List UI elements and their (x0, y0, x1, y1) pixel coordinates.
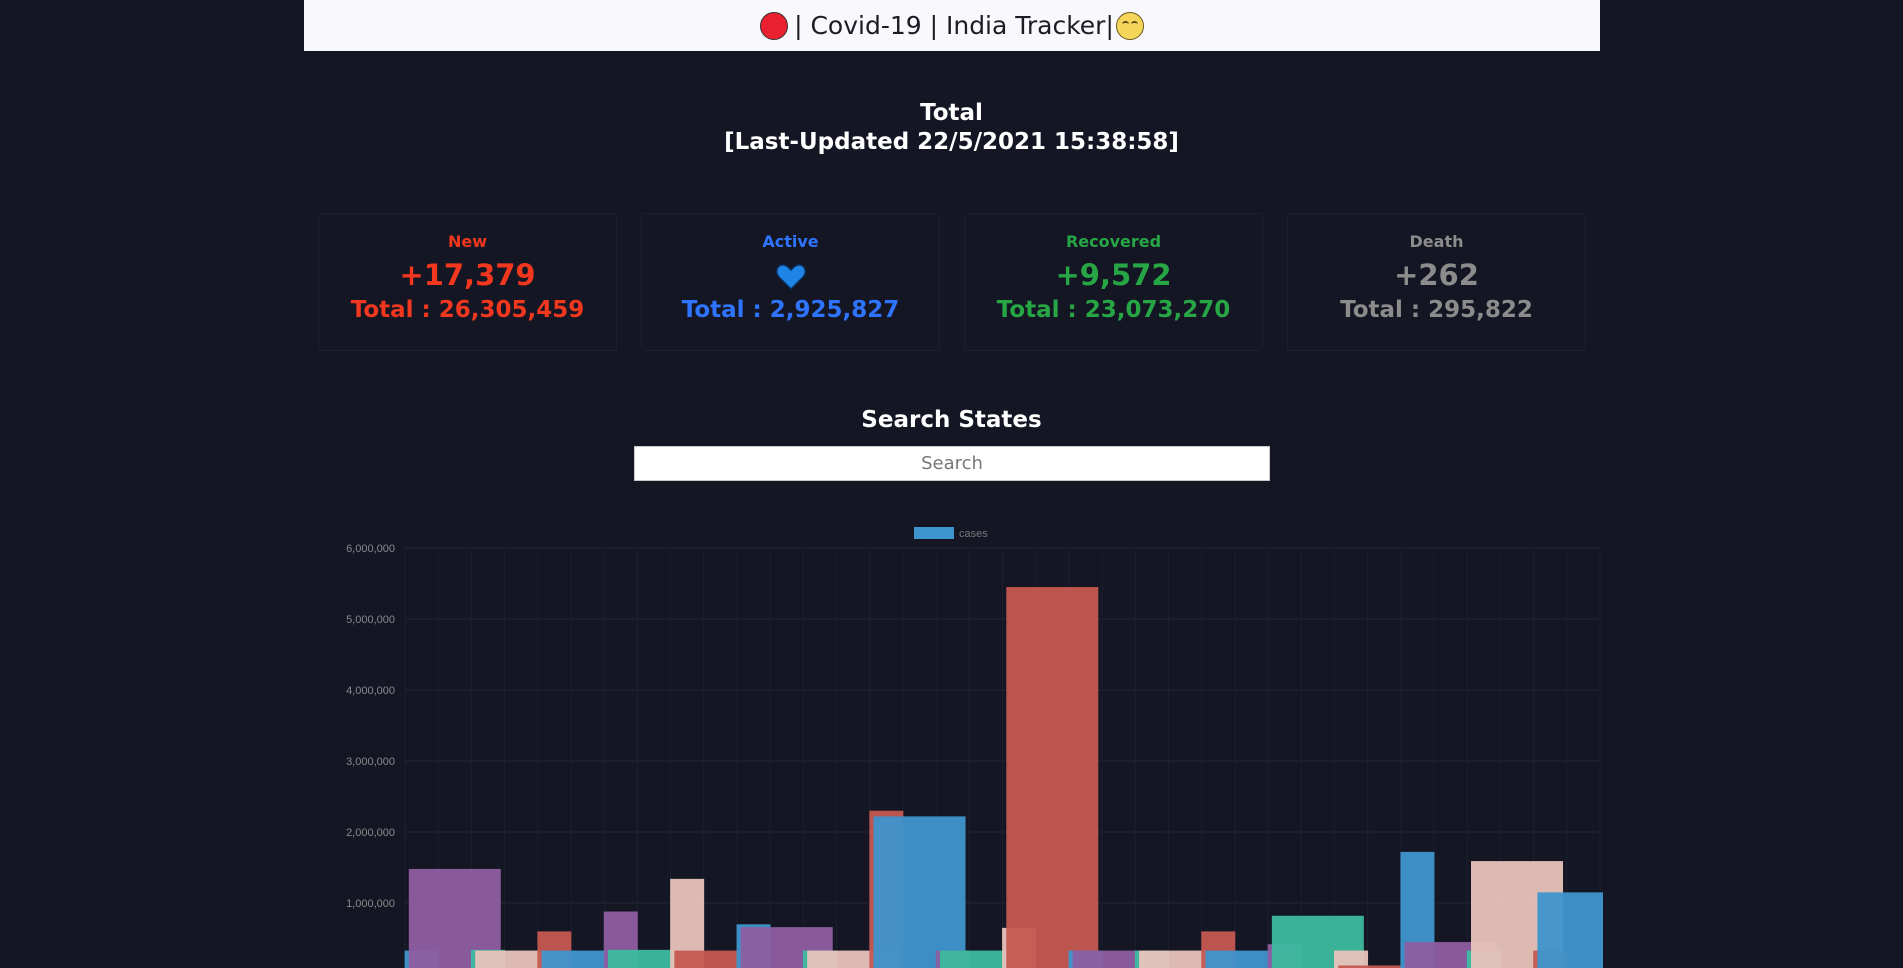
stat-card-active: Active Total : 2,925,827 (641, 213, 940, 351)
stat-delta (642, 257, 939, 293)
stat-delta: +9,572 (1055, 258, 1172, 292)
stat-total: Total : 26,305,459 (350, 297, 585, 323)
chart-bar (873, 816, 966, 968)
relieved-face-icon (1115, 11, 1144, 40)
chart-bar (1006, 587, 1099, 968)
y-tick-label: 5,000,000 (346, 614, 395, 626)
red-circle-icon (760, 11, 789, 40)
cases-bar-chart: cases 6,000,000 5,000,000 4,000,000 3,000,00… (346, 527, 1603, 968)
stat-card-new: New +17,379 Total : 26,305,459 (318, 213, 617, 351)
y-tick-label: 6,000,000 (346, 543, 395, 555)
y-tick-label: 1,000,000 (346, 898, 395, 910)
y-tick-label: 2,000,000 (346, 827, 395, 839)
stat-delta: +262 (1394, 258, 1479, 292)
chart-bar (1537, 892, 1603, 968)
stat-card-death: Death +262 Total : 295,822 (1287, 213, 1586, 351)
summary-title: Total (920, 100, 983, 126)
stat-delta: +17,379 (399, 258, 536, 292)
summary-heading: Total [Last-Updated 22/5/2021 15:38:58] (0, 99, 1903, 157)
stat-label: Active (762, 232, 819, 251)
chart-bar (1334, 950, 1369, 968)
stat-card-recovered: Recovered +9,572 Total : 23,073,270 (964, 213, 1263, 351)
stats-row: New +17,379 Total : 26,305,459 Active To… (318, 213, 1586, 351)
stat-label: Death (1409, 232, 1464, 251)
search-title: Search States (861, 407, 1042, 433)
stat-total: Total : 23,073,270 (996, 297, 1231, 323)
blue-heart-icon (775, 264, 806, 291)
y-tick-label: 3,000,000 (346, 756, 395, 768)
stat-label: New (447, 232, 488, 251)
legend-label: cases (959, 528, 988, 540)
stat-total: Total : 295,822 (1340, 297, 1533, 323)
stat-label: Recovered (1065, 232, 1162, 251)
last-updated: [Last-Updated 22/5/2021 15:38:58] (724, 129, 1179, 155)
app-header: | Covid-19 | India Tracker| (304, 0, 1600, 51)
stat-total: Total : 2,925,827 (681, 297, 900, 323)
search-input[interactable] (634, 446, 1270, 481)
y-tick-label: 4,000,000 (346, 685, 395, 697)
legend-swatch (914, 527, 954, 539)
app-title: | Covid-19 | India Tracker| (794, 11, 1114, 40)
